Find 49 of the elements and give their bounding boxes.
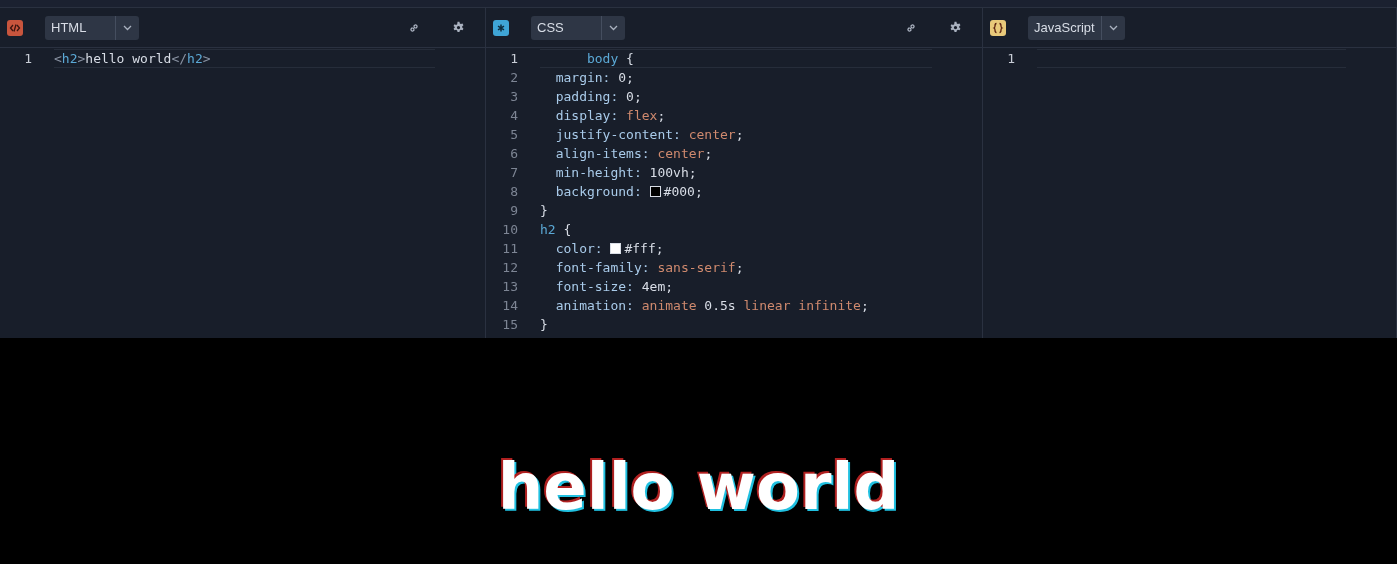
code-line: } [540, 201, 549, 220]
code-line: justify-content: center; [554, 125, 745, 144]
caret-icon [123, 24, 132, 31]
link-button[interactable] [905, 21, 917, 34]
caret-icon [609, 24, 618, 31]
preview-heading: hello world [497, 449, 900, 526]
line-number: 14 [501, 296, 519, 315]
line-number: 3 [509, 87, 519, 106]
code-line: align-items: center; [554, 144, 714, 163]
line-number: 12 [501, 258, 519, 277]
line-number: 9 [509, 201, 519, 220]
line-number: 4 [509, 106, 519, 125]
code-line: } [540, 315, 549, 334]
language-dropdown[interactable]: CSS [531, 15, 625, 40]
code-line: background: #000; [554, 182, 704, 201]
code-line: margin: 0; [554, 68, 635, 87]
code-line: color: #fff; [554, 239, 665, 258]
code-line: h2 { [540, 220, 573, 239]
line-number: 7 [509, 163, 519, 182]
line-number: 13 [501, 277, 519, 296]
language-dropdown[interactable]: HTML [45, 15, 139, 40]
code-line: display: flex; [554, 106, 667, 125]
line-number: 1 [509, 49, 519, 68]
code-line: font-family: sans-serif; [554, 258, 745, 277]
line-number: 8 [509, 182, 519, 201]
link-button[interactable] [408, 21, 420, 34]
line-number: 10 [501, 220, 519, 239]
color-swatch[interactable] [610, 243, 622, 254]
caret-icon [1108, 24, 1118, 31]
code-line: body { [540, 49, 932, 68]
line-number: 1 [1006, 49, 1016, 68]
settings-button[interactable] [949, 21, 962, 34]
line-number: 6 [509, 144, 519, 163]
asterisk-icon [493, 19, 509, 36]
code-line: animation: animate 0.5s linear infinite; [554, 296, 870, 315]
line-number: 11 [501, 239, 519, 258]
color-swatch[interactable] [649, 186, 661, 197]
code-line: padding: 0; [554, 87, 643, 106]
code-icon [7, 19, 23, 36]
line-number: 1 [23, 49, 33, 68]
braces-icon [990, 19, 1006, 36]
line-number: 5 [509, 125, 519, 144]
code-line: <h2>hello world</h2> [54, 49, 435, 68]
line-number: 15 [501, 315, 519, 334]
code-line: font-size: 4em; [554, 277, 675, 296]
code-line: min-height: 100vh; [554, 163, 698, 182]
settings-button[interactable] [452, 21, 465, 34]
language-dropdown[interactable]: JavaScript [1028, 15, 1125, 40]
line-number: 2 [509, 68, 519, 87]
